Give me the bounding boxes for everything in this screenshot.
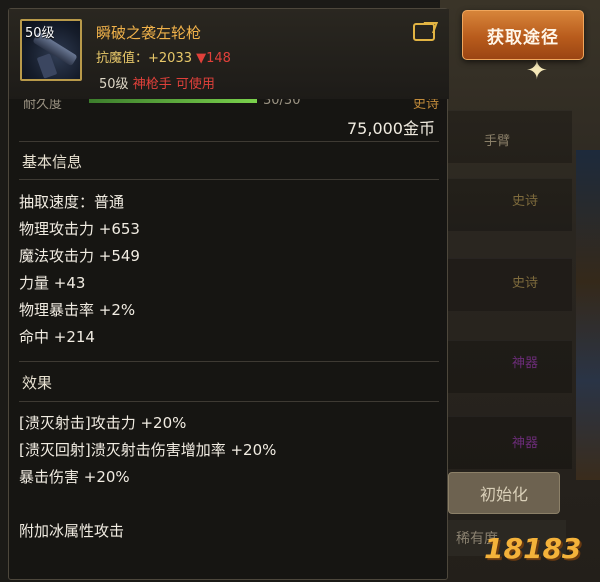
sparkle-icon: ✦ xyxy=(526,56,548,86)
basic-info-title: 基本信息 xyxy=(22,153,83,171)
durability-value: 30/30 xyxy=(263,99,301,108)
required-class: 神枪手 可使用 xyxy=(132,77,215,92)
item-icon: 50级 xyxy=(20,19,82,81)
reset-button[interactable]: 初始化 xyxy=(448,472,560,514)
effect-line: [溃灭回射]溃灭射击伤害增加率 +20% xyxy=(19,441,277,459)
background-slot-row[interactable] xyxy=(446,178,572,231)
stat-line: 物理暴击率 +2% xyxy=(19,301,136,319)
acquire-method-button[interactable]: 获取途径 xyxy=(462,10,584,60)
divider xyxy=(19,401,439,402)
site-watermark: 18183 xyxy=(478,518,596,578)
background-character-strip xyxy=(576,150,600,480)
background-slot-label: 手臂 xyxy=(484,134,511,149)
background-grade-label: 史诗 xyxy=(512,276,539,291)
stat-line: 物理攻击力 +653 xyxy=(19,220,140,238)
background-grade-label: 史诗 xyxy=(512,194,539,209)
stat-line: 命中 +214 xyxy=(19,328,95,346)
item-name: 瞬破之袭左轮枪 xyxy=(96,24,202,42)
share-icon[interactable] xyxy=(413,23,435,41)
resist-label: 抗魔值： xyxy=(96,51,149,66)
resist-number: +2033 xyxy=(148,51,192,66)
effects-title: 效果 xyxy=(22,374,53,392)
item-icon-level: 50级 xyxy=(25,26,55,41)
background-slot-row[interactable] xyxy=(446,340,572,393)
extra-effect: 附加冰属性攻击 xyxy=(19,522,125,540)
item-price: 75,000金币 xyxy=(347,119,435,138)
level-requirement: 50级 神枪手 可使用 xyxy=(99,73,215,92)
divider xyxy=(19,361,439,362)
required-level: 50级 xyxy=(99,77,129,92)
stat-line: 力量 +43 xyxy=(19,274,86,292)
stat-line: 魔法攻击力 +549 xyxy=(19,247,140,265)
background-grade-label: 神器 xyxy=(512,356,539,371)
durability-bar xyxy=(89,99,257,103)
resist-downgrade: ▼148 xyxy=(196,51,231,66)
item-grade: 史诗 xyxy=(413,99,439,109)
stat-line: 抽取速度：普通 xyxy=(19,193,125,211)
divider xyxy=(19,179,439,180)
durability-row: 耐久度 30/30 史诗 xyxy=(19,99,439,109)
watermark-text: 18183 xyxy=(484,532,582,565)
resist-value: 抗魔值：+2033 ▼148 xyxy=(96,47,231,66)
background-slot-row[interactable] xyxy=(446,416,572,469)
background-grade-label: 神器 xyxy=(512,436,539,451)
revolver-grip-icon xyxy=(36,53,58,79)
background-slot-row[interactable] xyxy=(446,258,572,311)
divider xyxy=(19,141,439,142)
tooltip-header: 50级 瞬破之袭左轮枪 抗魔值：+2033 ▼148 50级 神枪手 可使用 xyxy=(9,9,449,99)
durability-label: 耐久度 xyxy=(23,99,63,109)
item-tooltip: 50级 瞬破之袭左轮枪 抗魔值：+2033 ▼148 50级 神枪手 可使用 耐… xyxy=(8,8,449,580)
effect-line: [溃灭射击]攻击力 +20% xyxy=(19,414,187,432)
effect-line: 暴击伤害 +20% xyxy=(19,468,130,486)
